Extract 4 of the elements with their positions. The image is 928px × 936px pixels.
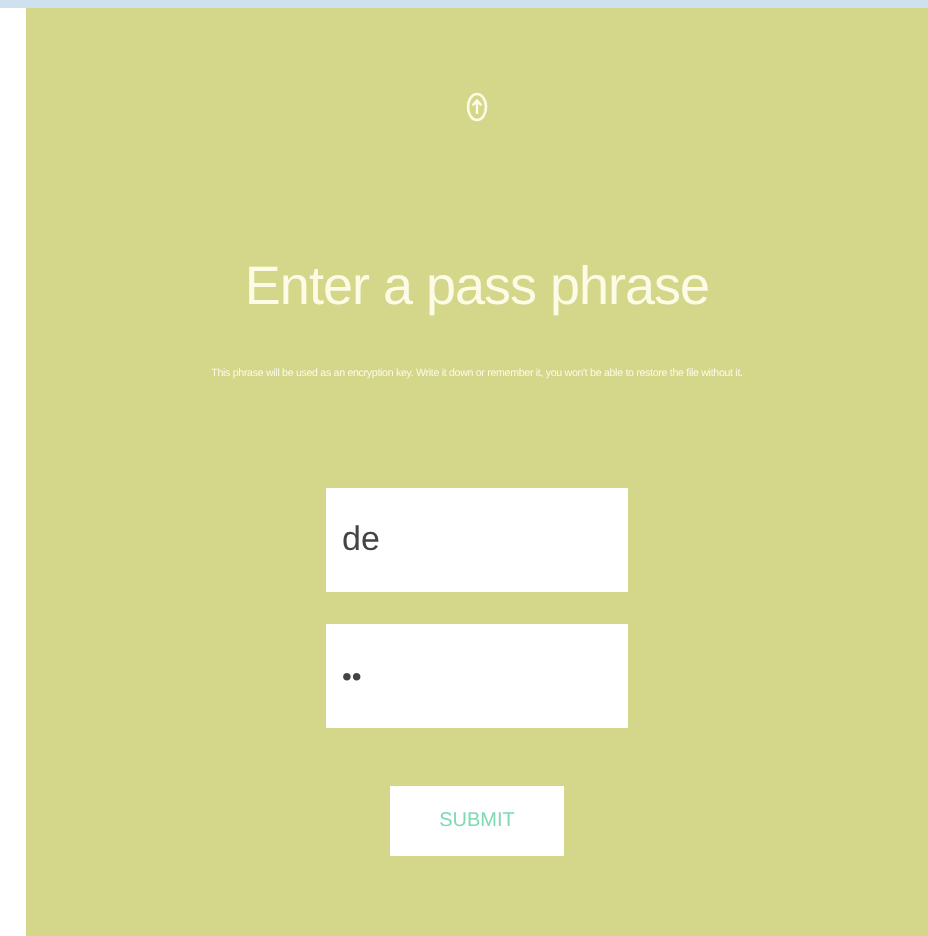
page-title: Enter a pass phrase xyxy=(244,254,710,320)
upload-icon xyxy=(466,92,488,122)
password-field[interactable]: •• xyxy=(326,624,628,729)
input-field[interactable]: de xyxy=(326,488,628,593)
